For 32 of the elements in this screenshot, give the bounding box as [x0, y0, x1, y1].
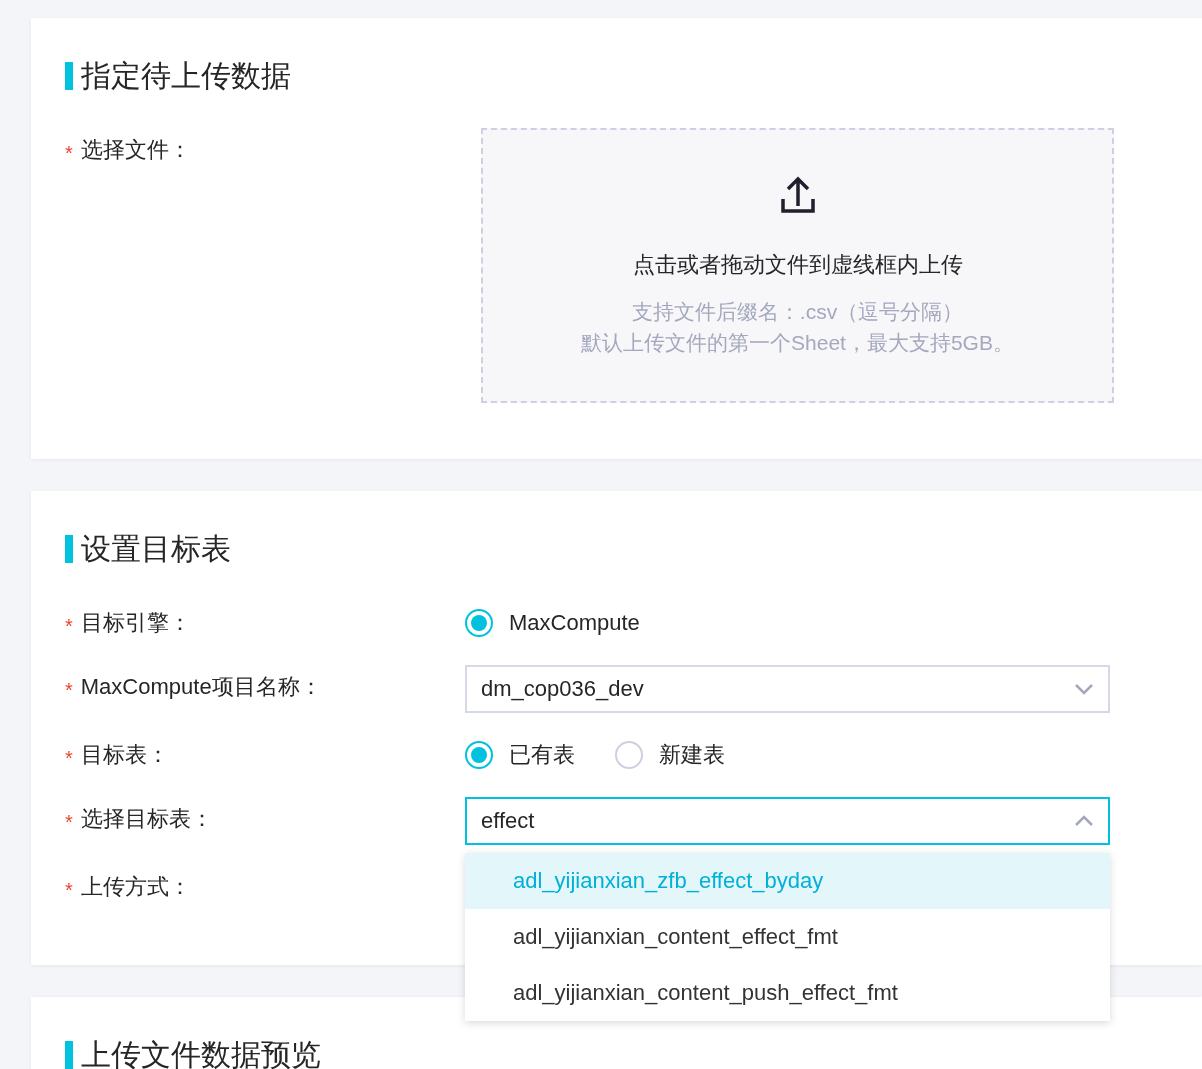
required-mark: * — [65, 140, 73, 165]
radio-option[interactable]: 已有表 — [465, 740, 575, 770]
title-accent-bar — [65, 535, 73, 563]
field-label: 选择目标表： — [80, 805, 213, 833]
field-label: 目标表： — [80, 741, 169, 769]
required-mark: * — [65, 613, 73, 638]
section-title: 上传文件数据预览 — [81, 1037, 321, 1069]
chevron-up-icon — [1074, 815, 1094, 827]
search-select-field[interactable]: effect — [465, 797, 1110, 845]
required-mark: * — [65, 877, 73, 902]
upload-icon — [779, 176, 816, 214]
required-mark: * — [65, 677, 73, 702]
radio-option[interactable]: MaxCompute — [465, 609, 640, 637]
title-accent-bar — [65, 62, 73, 90]
chevron-down-icon — [1074, 683, 1094, 695]
upload-hint: 支持文件后缀名：.csv（逗号分隔） — [631, 299, 964, 325]
required-mark: * — [65, 809, 73, 834]
upload-prompt: 点击或者拖动文件到虚线框内上传 — [632, 251, 963, 279]
field-label: 目标引擎： — [80, 609, 191, 637]
radio-option[interactable]: 新建表 — [615, 740, 725, 770]
upload-hint: 默认上传文件的第一个Sheet，最大支持5GB。 — [581, 330, 1014, 356]
field-label: 上传方式： — [80, 873, 191, 901]
upload-dropzone[interactable]: 点击或者拖动文件到虚线框内上传 支持文件后缀名：.csv（逗号分隔） 默认上传文件的第一个Sheet，最大支持5GB。 — [481, 128, 1114, 403]
section-title: 设置目标表 — [81, 531, 231, 567]
title-accent-bar — [65, 1041, 73, 1069]
field-label: 选择文件： — [80, 136, 191, 164]
dropdown-option[interactable]: adl_yijianxian_content_effect_fmt — [465, 909, 1110, 965]
section-title: 指定待上传数据 — [81, 58, 291, 94]
select-field[interactable]: dm_cop036_dev — [465, 665, 1110, 713]
dropdown-option[interactable]: adl_yijianxian_content_push_effect_fmt — [465, 965, 1110, 1021]
field-label: MaxCompute项目名称： — [80, 673, 322, 701]
required-mark: * — [65, 745, 73, 770]
